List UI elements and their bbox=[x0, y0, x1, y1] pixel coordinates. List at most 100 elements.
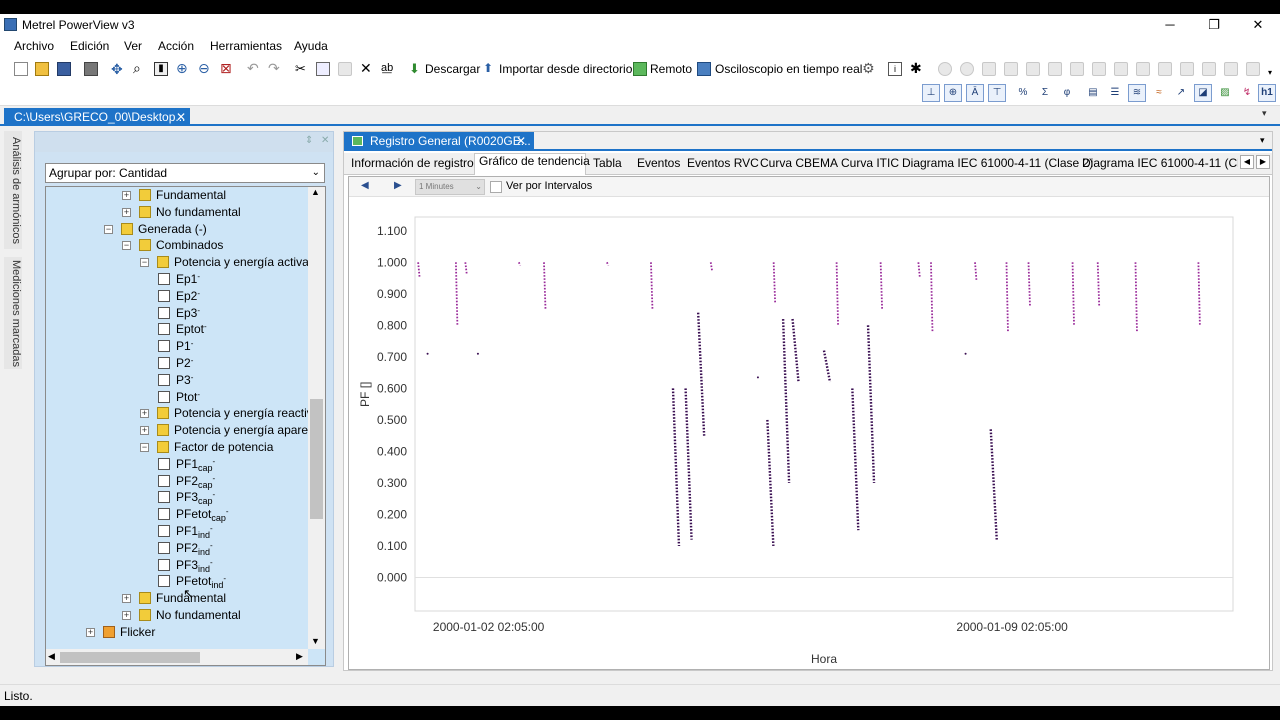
disabled-tool-icon[interactable] bbox=[1158, 62, 1172, 76]
area-icon[interactable]: ◪ bbox=[1194, 84, 1212, 102]
checkbox[interactable] bbox=[158, 390, 170, 403]
image-icon[interactable]: ▨ bbox=[1216, 84, 1234, 102]
tree-folder-item[interactable]: − Potencia y energía activa bbox=[46, 254, 309, 271]
tree-checkbox-item[interactable]: PF2ind- bbox=[46, 540, 308, 557]
tree-folder-item[interactable]: + Fundamental bbox=[46, 590, 308, 607]
redo-icon[interactable]: ↷ bbox=[268, 61, 282, 76]
tree-checkbox-item[interactable]: Ep1- bbox=[46, 271, 308, 288]
record-tab[interactable]: Registro General (R0020GE... ✕ bbox=[344, 132, 534, 151]
tree-checkbox-item[interactable]: P1- bbox=[46, 338, 308, 355]
tree-folder-item[interactable]: + Potencia y energía aparent bbox=[46, 422, 318, 439]
new-file-icon[interactable] bbox=[14, 62, 28, 76]
zoom-reset-icon[interactable]: ⊠ bbox=[220, 61, 234, 76]
disabled-tool-icon[interactable] bbox=[1114, 62, 1128, 76]
panel-close-icon[interactable]: ✕ bbox=[321, 135, 329, 146]
event-icon[interactable]: ↯ bbox=[1238, 84, 1256, 102]
trend-icon[interactable]: ≈ bbox=[1150, 84, 1168, 102]
disabled-tool-icon[interactable] bbox=[1004, 62, 1018, 76]
tree-folder-item[interactable]: + Fundamental bbox=[46, 187, 308, 204]
undo-icon[interactable]: ↶ bbox=[247, 61, 261, 76]
pan-icon[interactable]: ✥ bbox=[111, 62, 125, 76]
print-icon[interactable] bbox=[84, 62, 98, 76]
checkbox[interactable] bbox=[158, 457, 170, 470]
disabled-tool-icon[interactable] bbox=[1092, 62, 1106, 76]
remote-button[interactable]: Remoto bbox=[650, 62, 692, 76]
scroll-up-icon[interactable]: ▲ bbox=[311, 187, 320, 197]
tab-iec-class2[interactable]: Diagrama IEC 61000-4-11 (Clase 2) bbox=[902, 156, 1093, 170]
checkbox[interactable] bbox=[158, 273, 170, 285]
tree-checkbox-item[interactable]: PF3ind- bbox=[46, 557, 308, 574]
document-tab-close-icon[interactable]: ✕ bbox=[176, 108, 186, 126]
tab-rvc-events[interactable]: Eventos RVC bbox=[687, 156, 759, 170]
remote-icon[interactable] bbox=[633, 62, 647, 76]
checkbox[interactable] bbox=[158, 289, 170, 302]
checkbox[interactable] bbox=[158, 357, 170, 369]
zoom-icon[interactable]: ⌕ bbox=[133, 61, 147, 76]
scroll-right-icon[interactable]: ▶ bbox=[296, 651, 303, 662]
info-icon[interactable]: i bbox=[888, 62, 902, 76]
scroll-left-icon[interactable]: ◀ bbox=[48, 651, 55, 662]
checkbox[interactable] bbox=[158, 373, 170, 386]
tab-info[interactable]: Información de registro bbox=[351, 156, 474, 170]
expand-icon[interactable]: + bbox=[140, 426, 149, 436]
chart-tool-icon[interactable]: ⊤ bbox=[988, 84, 1006, 102]
tree-folder-item[interactable]: + No fundamental bbox=[46, 607, 308, 624]
settings-icon[interactable]: ⚙ bbox=[862, 61, 876, 76]
tab-list-chevron-icon[interactable]: ▾ bbox=[1262, 108, 1267, 119]
menu-ayuda[interactable]: Ayuda bbox=[294, 39, 328, 53]
disabled-tool-icon[interactable] bbox=[1180, 62, 1194, 76]
disabled-tool-icon[interactable] bbox=[1136, 62, 1150, 76]
h1-icon[interactable]: h1 bbox=[1258, 84, 1276, 102]
record-tab-list-icon[interactable]: ▾ bbox=[1260, 135, 1265, 146]
table-view-icon[interactable]: ▤ bbox=[1084, 84, 1102, 102]
side-tab-marked[interactable]: Mediciones marcadas bbox=[4, 257, 22, 369]
disabled-tool-icon[interactable] bbox=[938, 62, 952, 76]
maximize-button[interactable]: ❐ bbox=[1192, 14, 1236, 36]
tab-cbema[interactable]: Curva CBEMA bbox=[760, 156, 838, 170]
record-tab-close-icon[interactable]: ✕ bbox=[516, 132, 526, 150]
download-icon[interactable]: ⬇ bbox=[409, 62, 423, 76]
disabled-tool-icon[interactable] bbox=[1224, 62, 1238, 76]
download-button[interactable]: Descargar bbox=[425, 62, 480, 76]
line-icon[interactable]: ↗ bbox=[1172, 84, 1190, 102]
chart-tool-icon[interactable]: ⊕ bbox=[944, 84, 962, 102]
interval-select[interactable]: 1 Minutes ⌄ bbox=[415, 179, 485, 195]
checkbox[interactable] bbox=[158, 474, 170, 487]
tree-checkbox-item[interactable]: PF1cap- bbox=[46, 456, 308, 473]
tab-itic[interactable]: Curva ITIC bbox=[841, 156, 899, 170]
scroll-down-icon[interactable]: ▼ bbox=[311, 636, 320, 646]
document-tab[interactable]: C:\Users\GRECO_00\Desktop... ✕ bbox=[4, 108, 190, 126]
list-view-icon[interactable]: ☰ bbox=[1106, 84, 1124, 102]
tabs-scroll-left-icon[interactable]: ◀ bbox=[1240, 155, 1254, 169]
instruments-icon[interactable]: ✱ bbox=[910, 61, 924, 76]
copy-icon[interactable] bbox=[316, 62, 330, 76]
prev-button[interactable]: ◀ bbox=[361, 180, 369, 191]
tree-checkbox-item[interactable]: PF2cap- bbox=[46, 473, 308, 490]
pin-icon[interactable]: ⇕ bbox=[305, 135, 313, 146]
paste-icon[interactable] bbox=[338, 62, 352, 76]
disabled-tool-icon[interactable] bbox=[1246, 62, 1260, 76]
scroll-thumb[interactable] bbox=[310, 399, 323, 519]
cut-icon[interactable]: ✂ bbox=[295, 62, 309, 76]
tree-checkbox-item[interactable]: P3- bbox=[46, 372, 308, 389]
hscroll-thumb[interactable] bbox=[60, 652, 200, 663]
collapse-icon[interactable]: − bbox=[140, 258, 149, 268]
tree-checkbox-item[interactable]: P2- bbox=[46, 355, 308, 372]
expand-icon[interactable]: + bbox=[122, 191, 131, 200]
collapse-icon[interactable]: − bbox=[122, 241, 131, 251]
intervals-checkbox[interactable] bbox=[490, 181, 502, 193]
tab-table[interactable]: Tabla bbox=[593, 156, 622, 170]
tree-folder-item[interactable]: + Potencia y energía reactiva bbox=[46, 405, 319, 422]
tabs-scroll-right-icon[interactable]: ▶ bbox=[1256, 155, 1270, 169]
oscilloscope-icon[interactable] bbox=[697, 62, 711, 76]
tree-checkbox-item[interactable]: Ep2- bbox=[46, 288, 308, 305]
expand-icon[interactable]: + bbox=[86, 627, 95, 637]
open-folder-icon[interactable] bbox=[35, 62, 49, 76]
disabled-tool-icon[interactable] bbox=[960, 62, 974, 76]
group-by-select[interactable]: Agrupar por: Cantidad ⌄ bbox=[45, 163, 325, 183]
wave-view-icon[interactable]: ≋ bbox=[1128, 84, 1146, 102]
tree-folder-item[interactable]: − Generada (-) bbox=[46, 221, 308, 238]
tree-folder-item[interactable]: + Flicker bbox=[46, 624, 308, 641]
checkbox[interactable] bbox=[158, 525, 170, 537]
tab-events[interactable]: Eventos bbox=[637, 156, 680, 170]
